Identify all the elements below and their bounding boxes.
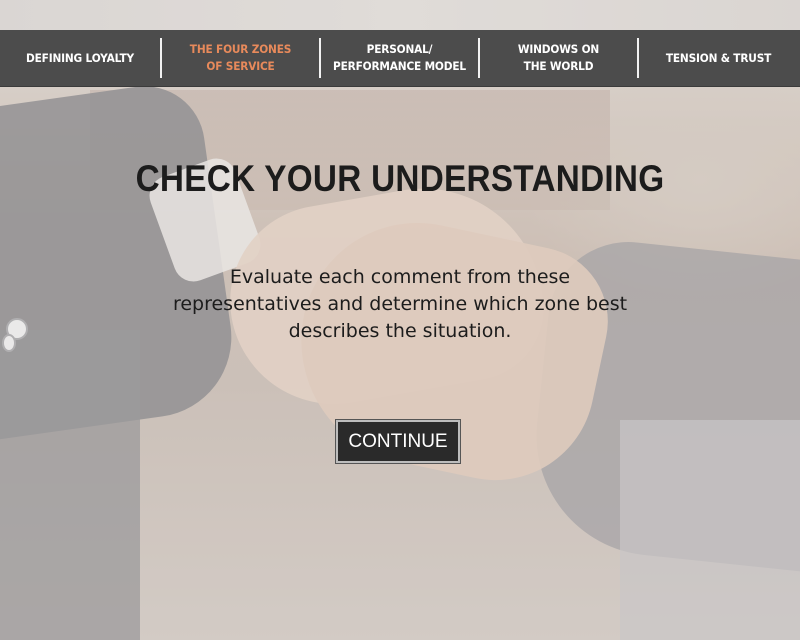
nav-item-personal-performance-model[interactable]: PERSONAL/ PERFORMANCE MODEL bbox=[327, 30, 471, 86]
instruction-line: representatives and determine which zone… bbox=[172, 293, 628, 315]
nav-item-defining-loyalty[interactable]: DEFINING LOYALTY bbox=[6, 30, 153, 86]
instruction-line: Evaluate each comment from these bbox=[229, 266, 571, 288]
nav-item-tension-and-trust[interactable]: TENSION & TRUST bbox=[645, 30, 791, 86]
instruction-text: Evaluate each comment from these represe… bbox=[150, 264, 650, 345]
nav-item-windows-on-the-world[interactable]: WINDOWS ON THE WORLD bbox=[486, 30, 630, 86]
continue-button[interactable]: CONTINUE bbox=[336, 420, 460, 463]
nav-item-four-zones-of-service[interactable]: THE FOUR ZONES OF SERVICE bbox=[168, 30, 312, 86]
nav-divider bbox=[478, 38, 480, 78]
nav-divider bbox=[319, 38, 321, 78]
nav-divider bbox=[160, 38, 162, 78]
instruction-line: describes the situation. bbox=[288, 320, 512, 342]
page-title: CHECK YOUR UNDERSTANDING bbox=[135, 158, 665, 199]
nav-divider bbox=[637, 38, 639, 78]
top-navigation-bar: DEFINING LOYALTY THE FOUR ZONES OF SERVI… bbox=[0, 30, 800, 87]
